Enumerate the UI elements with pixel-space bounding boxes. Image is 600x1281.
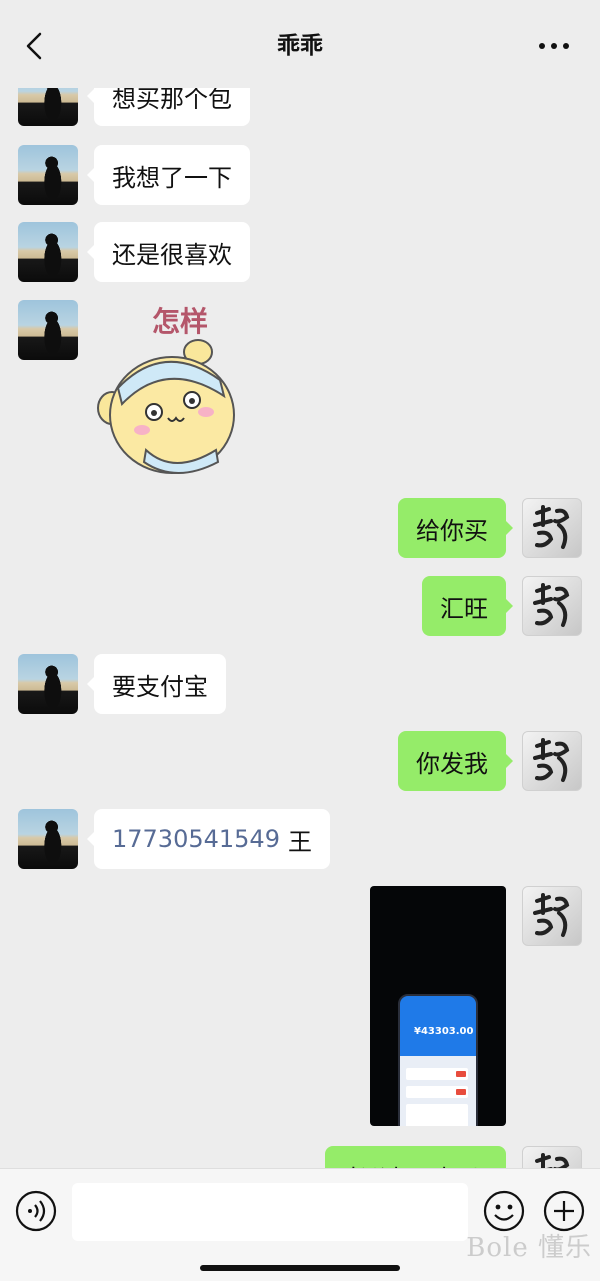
photo-balance-text: ¥43303.00 <box>414 1026 474 1037</box>
message-text: 老公好不好😊 <box>343 1159 488 1169</box>
message-text: 王 <box>287 827 312 856</box>
my-avatar[interactable] <box>522 886 582 946</box>
message-bubble-incoming[interactable]: 还是很喜欢 <box>87 222 250 282</box>
photo-card <box>406 1104 468 1126</box>
message-bubble-incoming[interactable]: 我想了一下 <box>87 145 250 205</box>
hamster-sticker-icon <box>97 339 235 474</box>
photo-card <box>406 1086 468 1098</box>
contact-avatar[interactable] <box>18 222 78 282</box>
calligraphy-avatar-icon <box>533 505 570 549</box>
emoji-icon <box>483 1190 525 1232</box>
calligraphy-avatar-icon <box>533 893 570 937</box>
calligraphy-avatar-icon <box>535 1153 570 1168</box>
message-bubble-incoming[interactable]: 要支付宝 <box>87 654 226 714</box>
my-avatar[interactable] <box>522 1146 582 1168</box>
chat-header: 乖乖 <box>0 0 600 88</box>
more-options-button[interactable] <box>530 26 578 66</box>
voice-button[interactable] <box>14 1189 58 1233</box>
phone-photo: ¥43303.00 <box>398 994 478 1126</box>
message-text: 我想了一下 <box>112 163 232 192</box>
message-bubble-outgoing[interactable]: 你发我 <box>398 731 513 791</box>
message-text: 给你买 <box>416 516 488 545</box>
contact-avatar[interactable] <box>18 300 78 360</box>
message-bubble-incoming[interactable]: 17730541549 王 <box>87 809 330 869</box>
phone-number-link[interactable]: 17730541549 <box>112 825 280 853</box>
message-bubble-outgoing[interactable]: 给你买 <box>398 498 513 558</box>
image-message[interactable]: ¥43303.00 <box>370 886 506 1126</box>
voice-icon <box>15 1190 57 1232</box>
message-text: 汇旺 <box>440 594 488 623</box>
plus-circle-icon <box>543 1190 585 1232</box>
calligraphy-avatar-icon <box>533 738 570 782</box>
chat-area: 想买那个包 我想了一下 还是很喜欢 怎样 给你买 汇旺 要支付宝 你发我 177… <box>0 0 600 1168</box>
watermark-logo: Bole 懂乐 <box>466 1233 592 1263</box>
contact-avatar[interactable] <box>18 809 78 869</box>
photo-card <box>406 1068 468 1080</box>
my-avatar[interactable] <box>522 731 582 791</box>
home-indicator <box>200 1265 400 1271</box>
message-text: 要支付宝 <box>112 672 208 701</box>
my-avatar[interactable] <box>522 576 582 636</box>
calligraphy-avatar-icon <box>533 583 570 627</box>
message-bubble-outgoing[interactable]: 汇旺 <box>422 576 513 636</box>
message-text: 还是很喜欢 <box>112 240 232 269</box>
input-bar: Bole 懂乐 <box>0 1168 600 1281</box>
sticker-message[interactable]: 怎样 <box>94 300 244 480</box>
message-text: 你发我 <box>416 749 488 778</box>
my-avatar[interactable] <box>522 498 582 558</box>
more-dots-icon <box>539 43 569 49</box>
contact-avatar[interactable] <box>18 145 78 205</box>
chat-title: 乖乖 <box>277 33 323 59</box>
message-input[interactable] <box>72 1183 468 1241</box>
message-bubble-outgoing[interactable]: 老公好不好😊 <box>324 1146 506 1169</box>
contact-avatar[interactable] <box>18 654 78 714</box>
